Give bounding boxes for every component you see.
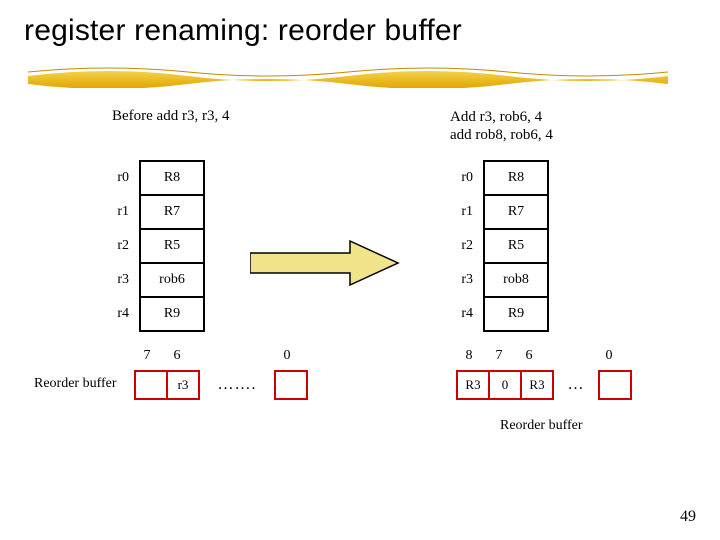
reg-name: r3 bbox=[430, 263, 484, 297]
map-row: r2R5 bbox=[86, 229, 204, 263]
reg-val: R9 bbox=[140, 297, 204, 331]
reg-name: r3 bbox=[86, 263, 140, 297]
reg-val: rob6 bbox=[140, 263, 204, 297]
rob-index: 0 bbox=[594, 348, 624, 364]
rob-label-right: Reorder buffer bbox=[500, 418, 583, 434]
reg-val: R9 bbox=[484, 297, 548, 331]
rob-cell: r3 bbox=[167, 371, 199, 399]
rob-label-left: Reorder buffer bbox=[34, 376, 117, 392]
map-row: r0R8 bbox=[86, 161, 204, 195]
page-title: register renaming: reorder buffer bbox=[24, 14, 462, 48]
reorder-buffer-right: R3 0 R3 … bbox=[456, 370, 632, 400]
reg-name: r1 bbox=[430, 195, 484, 229]
map-row: r4R9 bbox=[86, 297, 204, 331]
caption-before: Before add r3, r3, 4 bbox=[112, 108, 229, 125]
map-row: r3rob8 bbox=[430, 263, 548, 297]
rob-cell bbox=[135, 371, 167, 399]
rob-cell: R3 bbox=[521, 371, 553, 399]
map-row: r0R8 bbox=[430, 161, 548, 195]
reg-val: rob8 bbox=[484, 263, 548, 297]
rob-ellipsis: … bbox=[553, 371, 599, 399]
rob-index: 7 bbox=[132, 348, 162, 364]
map-row: r3rob6 bbox=[86, 263, 204, 297]
map-row: r2R5 bbox=[430, 229, 548, 263]
map-row: r1R7 bbox=[86, 195, 204, 229]
reg-val: R7 bbox=[484, 195, 548, 229]
reg-val: R8 bbox=[484, 161, 548, 195]
reg-name: r1 bbox=[86, 195, 140, 229]
rob-index: 6 bbox=[514, 348, 544, 364]
caption-after: Add r3, rob6, 4 add rob8, rob6, 4 bbox=[450, 108, 553, 144]
map-table-right: r0R8 r1R7 r2R5 r3rob8 r4R9 bbox=[430, 160, 549, 332]
slide: register renaming: reorder buffer Before… bbox=[0, 0, 720, 540]
reg-name: r0 bbox=[430, 161, 484, 195]
rob-ellipsis: ……. bbox=[199, 371, 275, 399]
reg-val: R5 bbox=[484, 229, 548, 263]
reg-val: R8 bbox=[140, 161, 204, 195]
underline-rule bbox=[28, 64, 668, 88]
rob-cell: R3 bbox=[457, 371, 489, 399]
rob-cell: 0 bbox=[489, 371, 521, 399]
reorder-buffer-left: r3 ……. bbox=[134, 370, 308, 400]
map-row: r1R7 bbox=[430, 195, 548, 229]
map-table-left: r0R8 r1R7 r2R5 r3rob6 r4R9 bbox=[86, 160, 205, 332]
rob-cell bbox=[599, 371, 631, 399]
reg-val: R5 bbox=[140, 229, 204, 263]
page-number: 49 bbox=[680, 508, 696, 526]
reg-name: r2 bbox=[430, 229, 484, 263]
rob-index: 0 bbox=[272, 348, 302, 364]
rob-cell bbox=[275, 371, 307, 399]
reg-name: r0 bbox=[86, 161, 140, 195]
arrow-icon bbox=[250, 238, 400, 288]
reg-name: r4 bbox=[430, 297, 484, 331]
rob-index: 7 bbox=[484, 348, 514, 364]
reg-name: r2 bbox=[86, 229, 140, 263]
map-row: r4R9 bbox=[430, 297, 548, 331]
reg-name: r4 bbox=[86, 297, 140, 331]
rob-index: 6 bbox=[162, 348, 192, 364]
rob-index: 8 bbox=[454, 348, 484, 364]
reg-val: R7 bbox=[140, 195, 204, 229]
